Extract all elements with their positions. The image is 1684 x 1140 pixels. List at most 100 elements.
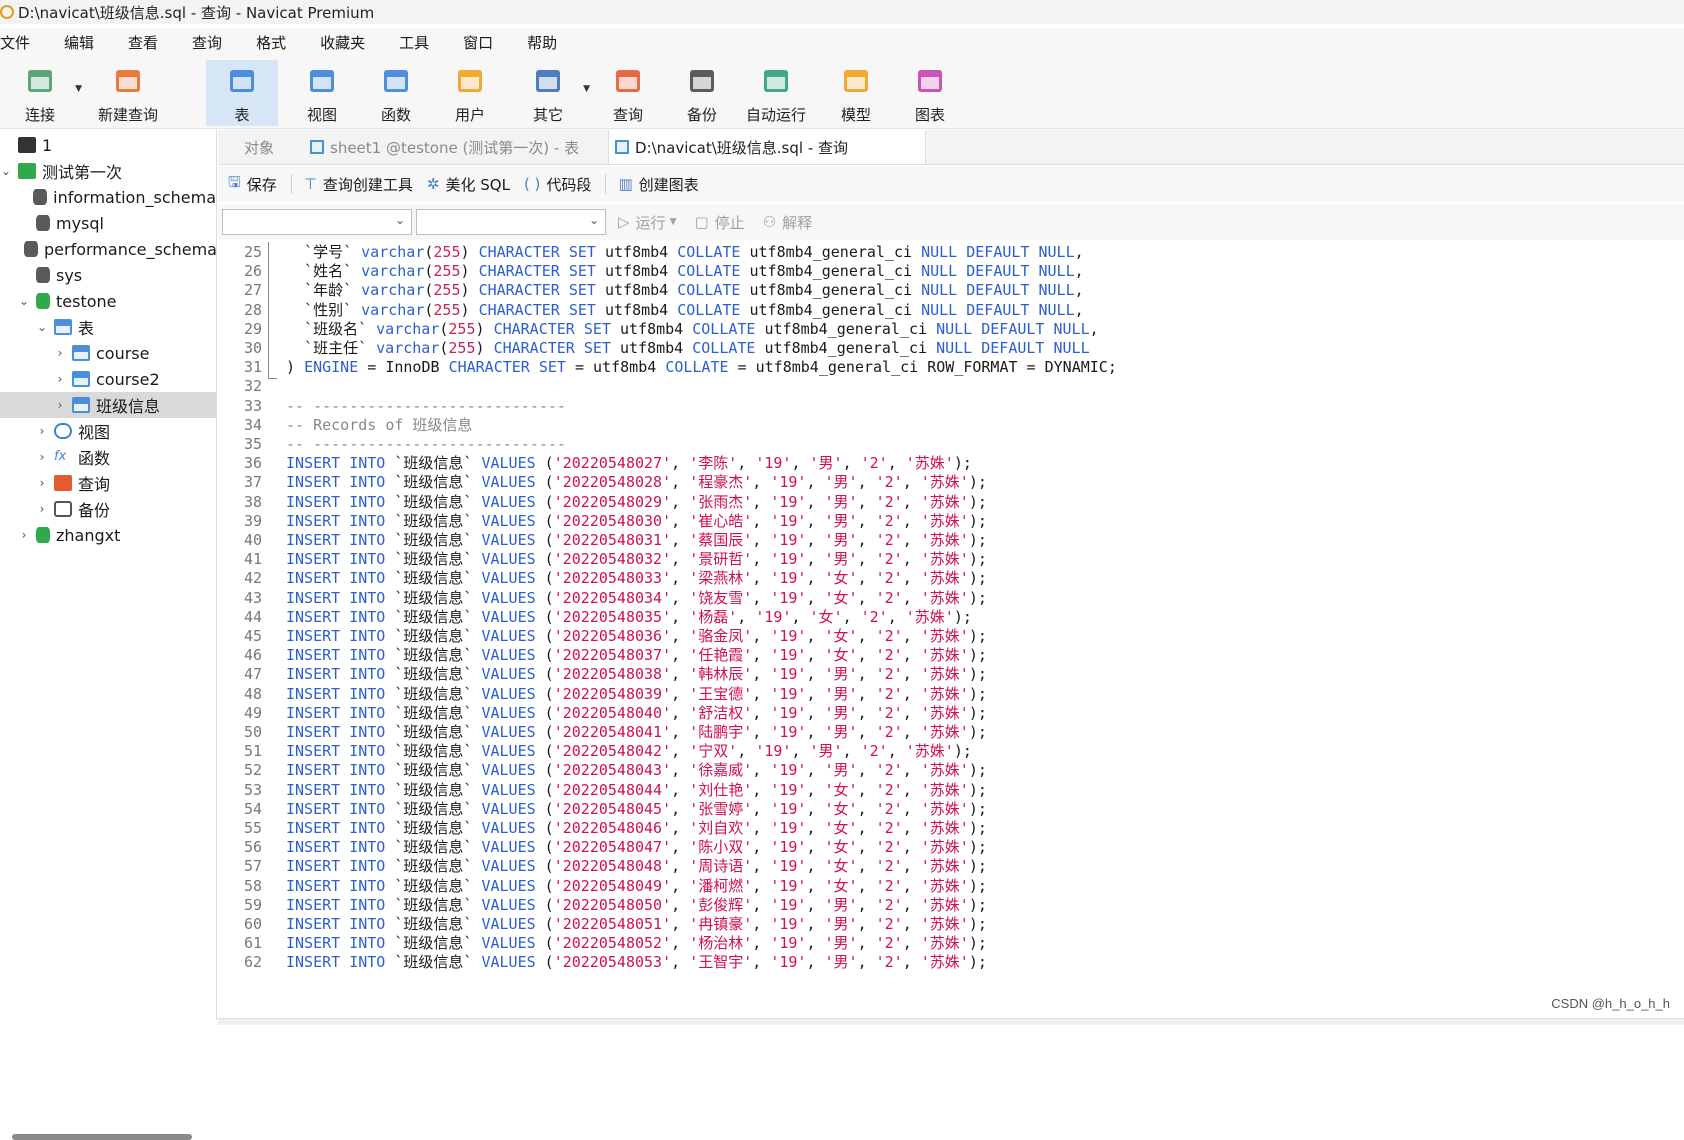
database-select[interactable]: ⌄	[416, 209, 606, 235]
line-number: 25	[243, 243, 262, 261]
dropdown-arrow-icon[interactable]: ▼	[583, 84, 590, 94]
code-token: ,	[752, 819, 771, 837]
code-token: ,	[902, 473, 921, 492]
run-button[interactable]: ▷ 运行 ▼	[618, 212, 676, 233]
code-token: '苏姝'	[920, 550, 969, 569]
menu-item[interactable]: 帮助	[527, 32, 557, 53]
code-token: ,	[737, 454, 756, 473]
code-token: );	[968, 723, 987, 741]
explain-button[interactable]: ⚇ 解释	[763, 212, 812, 233]
function-icon: fx	[54, 449, 67, 464]
sidebar-scrollbar[interactable]	[12, 1134, 192, 1140]
tree-item[interactable]: › fx 函数	[0, 444, 216, 470]
query-builder-button[interactable]: ⊤ 查询创建工具	[304, 174, 413, 195]
fold-guide	[268, 242, 277, 379]
code-token: (	[535, 953, 554, 972]
code-token: ,	[902, 895, 921, 914]
code-token: '2'	[875, 473, 903, 492]
expand-chevron-icon[interactable]: ⌄	[18, 294, 30, 308]
menu-item[interactable]: 格式	[256, 32, 286, 53]
expand-chevron-icon[interactable]: ⌄	[0, 164, 12, 178]
toolbar-query-button[interactable]: 查询	[592, 60, 664, 126]
expand-chevron-icon[interactable]: ›	[54, 346, 66, 360]
expand-chevron-icon[interactable]: ›	[36, 502, 48, 516]
expand-chevron-icon[interactable]: ›	[18, 528, 30, 542]
code-token: VALUES	[481, 646, 536, 665]
create-chart-button[interactable]: ▥ 创建图表	[618, 174, 698, 195]
tree-item[interactable]: › course2	[0, 366, 216, 392]
code-token: '19'	[770, 492, 807, 511]
toolbar-robot-button[interactable]: 自动运行	[740, 60, 812, 126]
toolbar-backup-button[interactable]: 备份	[666, 60, 738, 126]
toolbar-model-button[interactable]: 模型	[820, 60, 892, 126]
expand-chevron-icon[interactable]: ›	[36, 476, 48, 490]
code-token: '20220548040'	[553, 703, 672, 722]
expand-chevron-icon[interactable]: ›	[54, 372, 66, 386]
tree-item[interactable]: mysql	[0, 210, 216, 236]
tab-1[interactable]: sheet1 @testone (测试第一次) - 表	[304, 130, 606, 164]
code-token: ,	[752, 876, 771, 895]
query-tab-icon	[615, 140, 629, 154]
toolbar-new-query-button[interactable]: 新建查询	[86, 60, 170, 126]
code-token: ,	[806, 953, 825, 972]
toolbar-view-button[interactable]: 视图	[286, 60, 358, 126]
tree-item[interactable]: 1	[0, 132, 216, 158]
code-token: ,	[902, 492, 921, 511]
code-token: INSERT INTO	[286, 454, 386, 473]
tree-item[interactable]: › 备份	[0, 496, 216, 522]
tree-item[interactable]: ⌄ 测试第一次	[0, 158, 216, 184]
code-token: '20220548029'	[553, 492, 672, 511]
toolbar-plug-button[interactable]: 连接 ▼	[4, 60, 82, 126]
menu-item[interactable]: 窗口	[463, 32, 493, 53]
connection-select[interactable]: ⌄	[222, 209, 412, 235]
stop-button[interactable]: ▢ 停止	[694, 212, 744, 233]
menu-item[interactable]: 文件	[0, 32, 30, 53]
menu-item[interactable]: 工具	[399, 32, 429, 53]
toolbar-table-button[interactable]: 表	[206, 60, 278, 126]
code-token: 255	[448, 339, 476, 357]
query-icon	[611, 64, 645, 98]
menu-item[interactable]: 编辑	[64, 32, 94, 53]
code-token: ,	[857, 934, 876, 953]
tree-item[interactable]: sys	[0, 262, 216, 288]
tree-item[interactable]: › course	[0, 340, 216, 366]
beautify-sql-button[interactable]: ✲ 美化 SQL	[427, 174, 510, 195]
toolbar-chart-button[interactable]: 图表	[894, 60, 966, 126]
dropdown-arrow-icon[interactable]: ▼	[75, 84, 82, 94]
save-button[interactable]: 🖫 保存	[228, 172, 277, 197]
code-token: (	[535, 895, 554, 914]
code-token: ,	[752, 761, 771, 780]
expand-chevron-icon[interactable]: ›	[36, 450, 48, 464]
menu-item[interactable]: 查看	[128, 32, 158, 53]
code-token: utf8mb4_general_ci	[740, 243, 922, 261]
expand-chevron-icon[interactable]: ⌄	[36, 320, 48, 334]
tree-item[interactable]: › 查询	[0, 470, 216, 496]
tree-item[interactable]: performance_schema	[0, 236, 217, 262]
tree-item[interactable]: › 班级信息	[0, 392, 216, 418]
tree-item[interactable]: information_schema	[0, 184, 216, 210]
code-token: '20220548035'	[553, 607, 672, 626]
tree-item[interactable]: ⌄ 表	[0, 314, 216, 340]
tree-item[interactable]: ⌄ testone	[0, 288, 216, 314]
toolbar-tools-button[interactable]: 其它 ▼	[512, 60, 590, 126]
stop-label: 停止	[714, 213, 745, 232]
code-token: VALUES	[481, 665, 536, 684]
code-token: `班级信息`	[385, 838, 482, 857]
code-token: ,	[806, 684, 825, 703]
toolbar-user-button[interactable]: 用户	[434, 60, 506, 126]
tree-item[interactable]: › 视图	[0, 418, 216, 444]
expand-chevron-icon[interactable]: ›	[54, 398, 66, 412]
sql-editor[interactable]: 25 `学号` varchar(255) CHARACTER SET utf8m…	[218, 242, 1684, 1018]
tab-0[interactable]: 对象	[244, 130, 300, 164]
table-icon	[72, 371, 90, 387]
code-token: '苏姝'	[920, 703, 969, 722]
code-token: ,	[671, 799, 690, 818]
menu-item[interactable]: 查询	[192, 32, 222, 53]
toolbar-function-button[interactable]: 函数	[360, 60, 432, 126]
tab-2[interactable]: D:\navicat\班级信息.sql - 查询	[608, 130, 926, 164]
stop-icon: ▢	[694, 213, 709, 231]
tree-item[interactable]: › zhangxt	[0, 522, 216, 548]
expand-chevron-icon[interactable]: ›	[36, 424, 48, 438]
menu-item[interactable]: 收藏夹	[320, 32, 365, 53]
code-snippet-button[interactable]: ( ) 代码段	[524, 174, 592, 195]
